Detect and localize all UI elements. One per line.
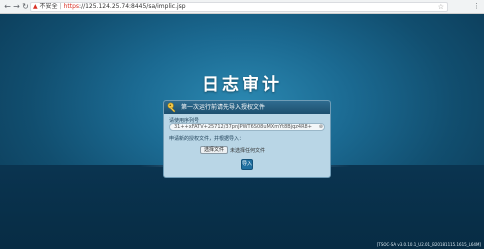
- address-separator: |: [59, 3, 62, 10]
- url-text: ://125.124.25.74:8445/sa/implic.jsp: [79, 3, 186, 10]
- license-panel-title: 第一次运行前请先导入授权文件: [181, 104, 266, 111]
- serial-value: 31++xFATV+25712/37pnJPWT6S08uMXmYt8Bjqz4…: [174, 124, 312, 130]
- clear-icon[interactable]: ⊗: [319, 124, 323, 130]
- license-panel-header: 第一次运行前请先导入授权文件: [164, 101, 330, 114]
- address-bar[interactable]: ▲ 不安全 | https://125.124.25.74:8445/sa/impl…: [30, 2, 448, 12]
- menu-icon[interactable]: ⋮: [473, 2, 480, 11]
- import-button[interactable]: 导入: [241, 159, 253, 170]
- license-panel: 第一次运行前请先导入授权文件 请使用序列号 31++xFATV+25712/37…: [163, 100, 331, 178]
- reload-icon[interactable]: ↻: [21, 2, 30, 11]
- choose-file-button[interactable]: 选择文件: [200, 146, 229, 154]
- star-icon[interactable]: ☆: [438, 3, 444, 11]
- serial-field[interactable]: 31++xFATV+25712/37pnJPWT6S08uMXmYt8Bjqz4…: [169, 123, 325, 131]
- warning-icon: ▲: [33, 3, 38, 10]
- url-protocol: https: [63, 3, 80, 10]
- page-title: 日志审计: [202, 75, 282, 95]
- file-label: 申请新的授权文件，并根据导入：: [169, 136, 245, 142]
- security-label: 不安全: [39, 3, 58, 10]
- back-arrow-icon[interactable]: ←: [3, 2, 12, 11]
- forward-arrow-icon[interactable]: →: [12, 2, 21, 11]
- file-status: 未选择任何文件: [230, 148, 266, 154]
- browser-toolbar: ← → ↻ ▲ 不安全 | https://125.124.25.74:8445/s…: [0, 0, 484, 14]
- version-label: [TSOC-SA v3.0.10.1_U2.01_B20181115.1615_…: [376, 242, 481, 247]
- key-icon: [167, 102, 176, 113]
